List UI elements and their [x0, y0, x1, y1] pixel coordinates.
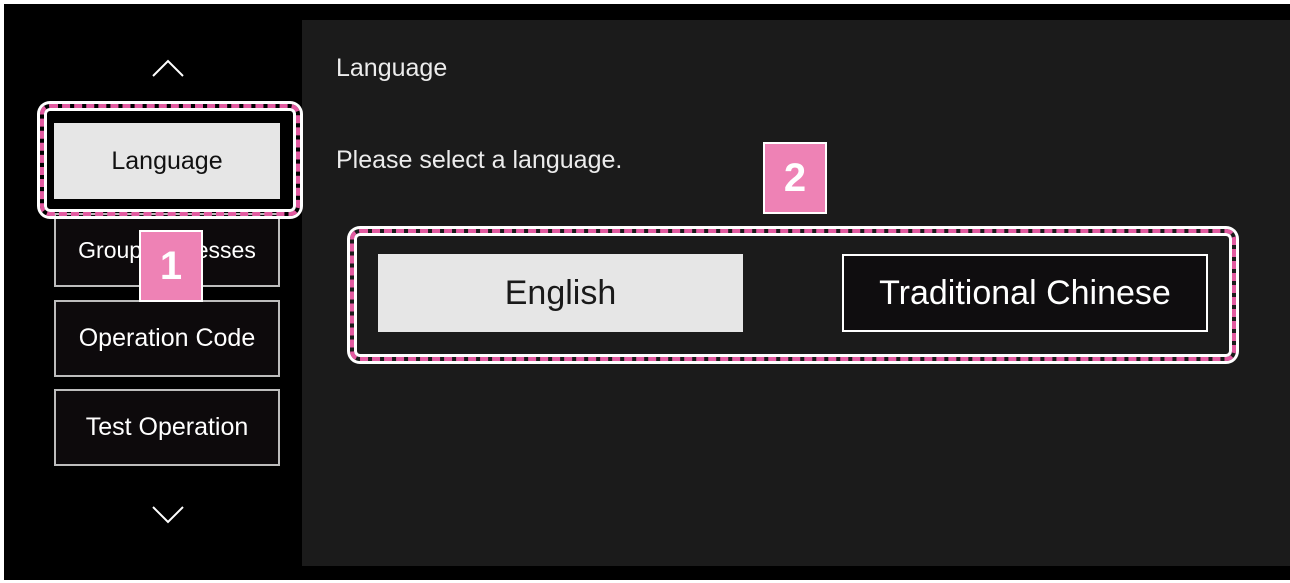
- sidebar-item-label: Operation Code: [78, 324, 256, 352]
- page-title: Language: [336, 54, 448, 82]
- sidebar-item-test-operation[interactable]: Test Operation: [54, 389, 280, 466]
- callout-badge-1: 1: [141, 232, 201, 300]
- callout-frame-1: [40, 104, 300, 216]
- callout-frame-2: [350, 229, 1236, 361]
- chevron-up-icon[interactable]: [148, 56, 188, 80]
- chevron-down-icon[interactable]: [148, 503, 188, 527]
- callout-badge-2: 2: [765, 144, 825, 212]
- sidebar-item-operation-code[interactable]: Operation Code: [54, 300, 280, 377]
- language-prompt: Please select a language.: [336, 146, 623, 174]
- sidebar-item-label: Test Operation: [85, 413, 249, 441]
